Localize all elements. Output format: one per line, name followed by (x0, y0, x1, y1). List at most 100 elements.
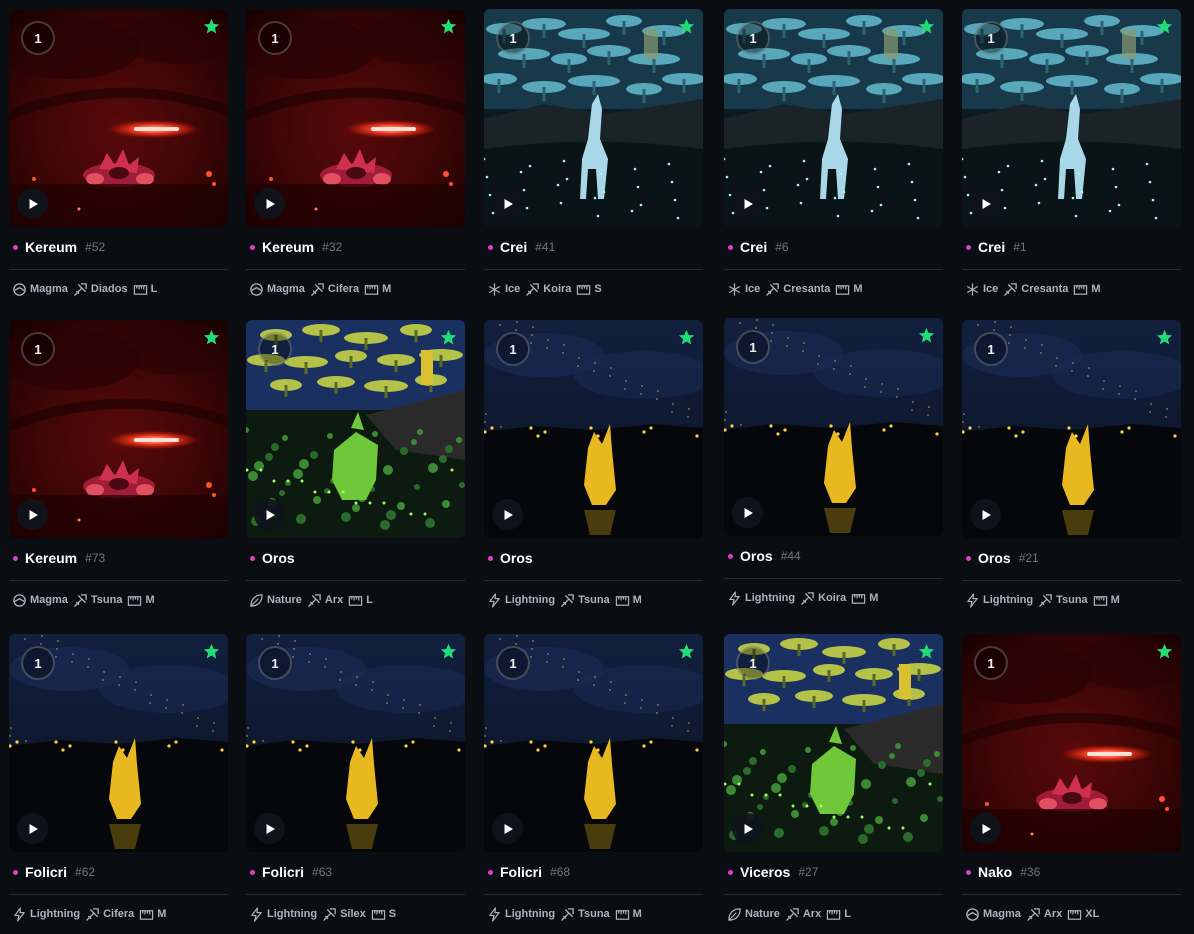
play-button[interactable] (254, 499, 285, 530)
rarity-dot (13, 869, 18, 875)
favorite-star-icon[interactable] (440, 18, 457, 35)
play-button[interactable] (732, 188, 763, 219)
play-button[interactable] (17, 813, 48, 844)
play-icon (27, 823, 39, 835)
creature-thumbnail-frame[interactable]: 1 (246, 320, 465, 538)
element-trait: Ice (727, 282, 760, 297)
favorite-star-icon[interactable] (1156, 18, 1173, 35)
creature-title: Viceros #27 (728, 863, 818, 881)
creature-thumbnail-frame[interactable]: 1 (9, 320, 228, 538)
creature-name[interactable]: Folicri (500, 864, 542, 880)
creature-card[interactable]: 1 Folicri #63 Lightning Silex S (246, 634, 465, 934)
size-trait: M (1093, 593, 1120, 608)
creature-card[interactable]: 1 Crei #41 Ice Koira S (484, 9, 703, 309)
trait-row: Lightning Koira M (727, 589, 883, 607)
creature-thumbnail-frame[interactable]: 1 (962, 320, 1181, 538)
creature-card[interactable]: 1 Oros #44 Lightning Koira M (724, 318, 943, 618)
creature-card[interactable]: 1 Folicri #68 Lightning Tsuna M (484, 634, 703, 934)
play-button[interactable] (254, 813, 285, 844)
play-button[interactable] (492, 813, 523, 844)
creature-thumbnail-frame[interactable]: 1 (724, 634, 943, 852)
play-button[interactable] (732, 497, 763, 528)
creature-thumbnail-frame[interactable]: 1 (246, 9, 465, 227)
favorite-star-icon[interactable] (1156, 643, 1173, 660)
creature-card[interactable]: 1 Oros Nature Arx L (246, 320, 465, 620)
creature-card[interactable]: 1 Nako #36 Magma Arx XL (962, 634, 1181, 934)
creature-card[interactable]: 1 Oros #21 Lightning Tsuna M (962, 320, 1181, 620)
favorite-star-icon[interactable] (678, 643, 695, 660)
play-button[interactable] (254, 188, 285, 219)
size-label: M (1091, 283, 1101, 295)
favorite-star-icon[interactable] (203, 18, 220, 35)
class-label: Koira (818, 592, 847, 604)
favorite-star-icon[interactable] (918, 643, 935, 660)
creature-name[interactable]: Oros (978, 550, 1011, 566)
creature-card[interactable]: 1 Kereum #32 Magma Cifera M (246, 9, 465, 309)
creature-number: #63 (312, 865, 333, 879)
favorite-star-icon[interactable] (678, 329, 695, 346)
creature-name[interactable]: Nako (978, 864, 1012, 880)
creature-card[interactable]: 1 Folicri #62 Lightning Cifera M (9, 634, 228, 934)
creature-card[interactable]: 1 Crei #1 Ice Cresanta M (962, 9, 1181, 309)
creature-card[interactable]: 1 Kereum #52 Magma Diados L (9, 9, 228, 309)
creature-card[interactable]: 1 Viceros #27 Nature Arx L (724, 634, 943, 934)
divider (484, 269, 703, 270)
creature-card[interactable]: 1 Oros Lightning Tsuna M (484, 320, 703, 620)
creature-thumbnail-frame[interactable]: 1 (962, 634, 1181, 852)
play-icon (742, 823, 754, 835)
play-button[interactable] (492, 188, 523, 219)
creature-name[interactable]: Kereum (25, 239, 77, 255)
favorite-star-icon[interactable] (203, 643, 220, 660)
divider (962, 580, 1181, 581)
creature-name[interactable]: Folicri (25, 864, 67, 880)
creature-name[interactable]: Crei (978, 239, 1005, 255)
play-button[interactable] (732, 813, 763, 844)
creature-name[interactable]: Crei (740, 239, 767, 255)
creature-thumbnail-frame[interactable]: 1 (246, 634, 465, 852)
creature-thumbnail-frame[interactable]: 1 (484, 9, 703, 227)
creature-thumbnail-frame[interactable]: 1 (9, 9, 228, 227)
favorite-star-icon[interactable] (440, 329, 457, 346)
creature-name[interactable]: Oros (500, 550, 533, 566)
favorite-star-icon[interactable] (203, 329, 220, 346)
play-icon (742, 198, 754, 210)
play-button[interactable] (17, 499, 48, 530)
creature-name[interactable]: Kereum (25, 550, 77, 566)
trait-row: Lightning Cifera M (12, 905, 171, 923)
creature-thumbnail-frame[interactable]: 1 (962, 9, 1181, 227)
play-button[interactable] (492, 499, 523, 530)
play-button[interactable] (970, 499, 1001, 530)
play-button[interactable] (970, 188, 1001, 219)
creature-card[interactable]: 1 Crei #6 Ice Cresanta M (724, 9, 943, 309)
class-label: Arx (324, 594, 344, 606)
element-label: Nature (267, 594, 302, 606)
count-badge: 1 (21, 332, 55, 366)
creature-thumbnail-frame[interactable]: 1 (724, 9, 943, 227)
creature-name[interactable]: Folicri (262, 864, 304, 880)
creature-name[interactable]: Crei (500, 239, 527, 255)
class-label: Tsuna (578, 908, 610, 920)
creature-thumbnail-frame[interactable]: 1 (484, 634, 703, 852)
favorite-star-icon[interactable] (678, 18, 695, 35)
creature-thumbnail-frame[interactable]: 1 (484, 320, 703, 538)
creature-name[interactable]: Viceros (740, 864, 790, 880)
rarity-dot (250, 555, 255, 561)
creature-thumbnail-frame[interactable]: 1 (9, 634, 228, 852)
favorite-star-icon[interactable] (1156, 329, 1173, 346)
creature-card[interactable]: 1 Kereum #73 Magma Tsuna M (9, 320, 228, 620)
class-label: Cifera (103, 908, 135, 920)
class-trait: Arx (1026, 907, 1062, 922)
count-badge: 1 (21, 646, 55, 680)
play-button[interactable] (970, 813, 1001, 844)
creature-name[interactable]: Kereum (262, 239, 314, 255)
favorite-star-icon[interactable] (918, 18, 935, 35)
favorite-star-icon[interactable] (918, 327, 935, 344)
play-button[interactable] (17, 188, 48, 219)
creature-name[interactable]: Oros (740, 548, 773, 564)
favorite-star-icon[interactable] (440, 643, 457, 660)
rarity-dot (250, 869, 255, 875)
creature-thumbnail-frame[interactable]: 1 (724, 318, 943, 536)
creature-number: #52 (85, 240, 106, 254)
class-label: Tsuna (90, 594, 123, 606)
creature-name[interactable]: Oros (262, 550, 295, 566)
